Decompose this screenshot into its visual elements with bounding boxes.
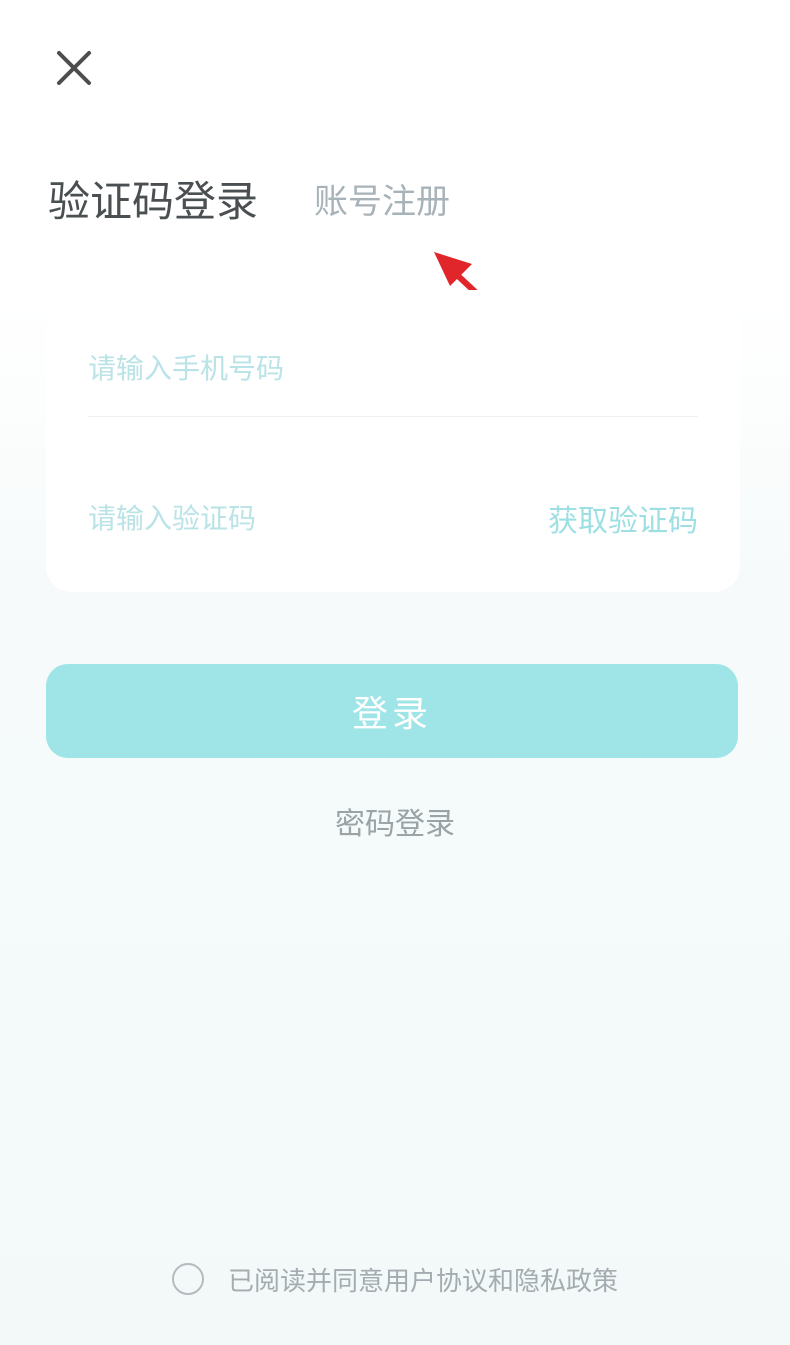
agreement-text[interactable]: 已阅读并同意用户协议和隐私政策 [228, 1261, 618, 1298]
close-button[interactable] [50, 44, 98, 92]
tab-account-register[interactable]: 账号注册 [314, 172, 450, 232]
password-login-link[interactable]: 密码登录 [335, 807, 455, 842]
tab-sms-login[interactable]: 验证码登录 [48, 172, 258, 232]
get-code-button[interactable]: 获取验证码 [548, 496, 698, 540]
password-login-row: 密码登录 [0, 800, 790, 850]
login-button[interactable]: 登录 [46, 664, 738, 758]
phone-input[interactable] [88, 338, 698, 398]
login-form-card: 获取验证码 [46, 290, 740, 592]
login-tabs: 验证码登录 账号注册 [48, 172, 450, 232]
agreement-row: 已阅读并同意用户协议和隐私政策 [0, 1256, 790, 1302]
code-field-row: 获取验证码 [88, 470, 698, 566]
phone-field-row [88, 320, 698, 417]
agree-radio[interactable] [171, 1263, 204, 1295]
verification-code-input[interactable] [88, 488, 548, 548]
close-icon [57, 51, 91, 85]
